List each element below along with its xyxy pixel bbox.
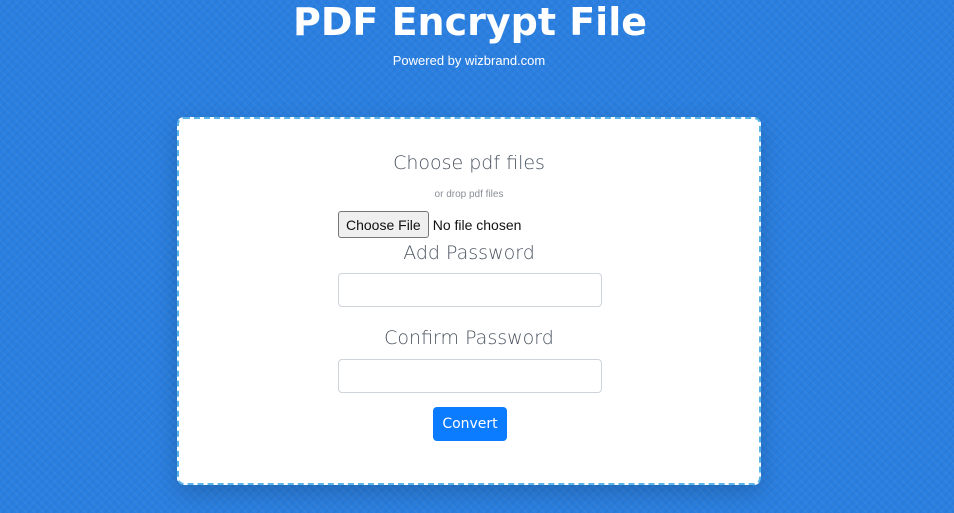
add-password-input[interactable]: [338, 273, 602, 307]
drop-files-hint: or drop pdf files: [434, 189, 504, 200]
file-status-text: No file chosen: [432, 216, 522, 233]
confirm-password-label: Confirm Password: [384, 327, 554, 349]
choose-files-heading: Choose pdf files: [393, 152, 545, 174]
choose-file-button[interactable]: Choose File: [338, 211, 429, 238]
confirm-password-input[interactable]: [338, 359, 602, 393]
add-password-label: Add Password: [403, 242, 535, 264]
powered-by-subtitle: Powered by wizbrand.com: [392, 53, 546, 68]
convert-button[interactable]: Convert: [433, 407, 507, 441]
upload-card[interactable]: Choose pdf files or drop pdf files Choos…: [177, 117, 761, 485]
file-input[interactable]: Choose File No file chosen: [338, 211, 521, 238]
page-title: PDF Encrypt File: [292, 0, 647, 44]
